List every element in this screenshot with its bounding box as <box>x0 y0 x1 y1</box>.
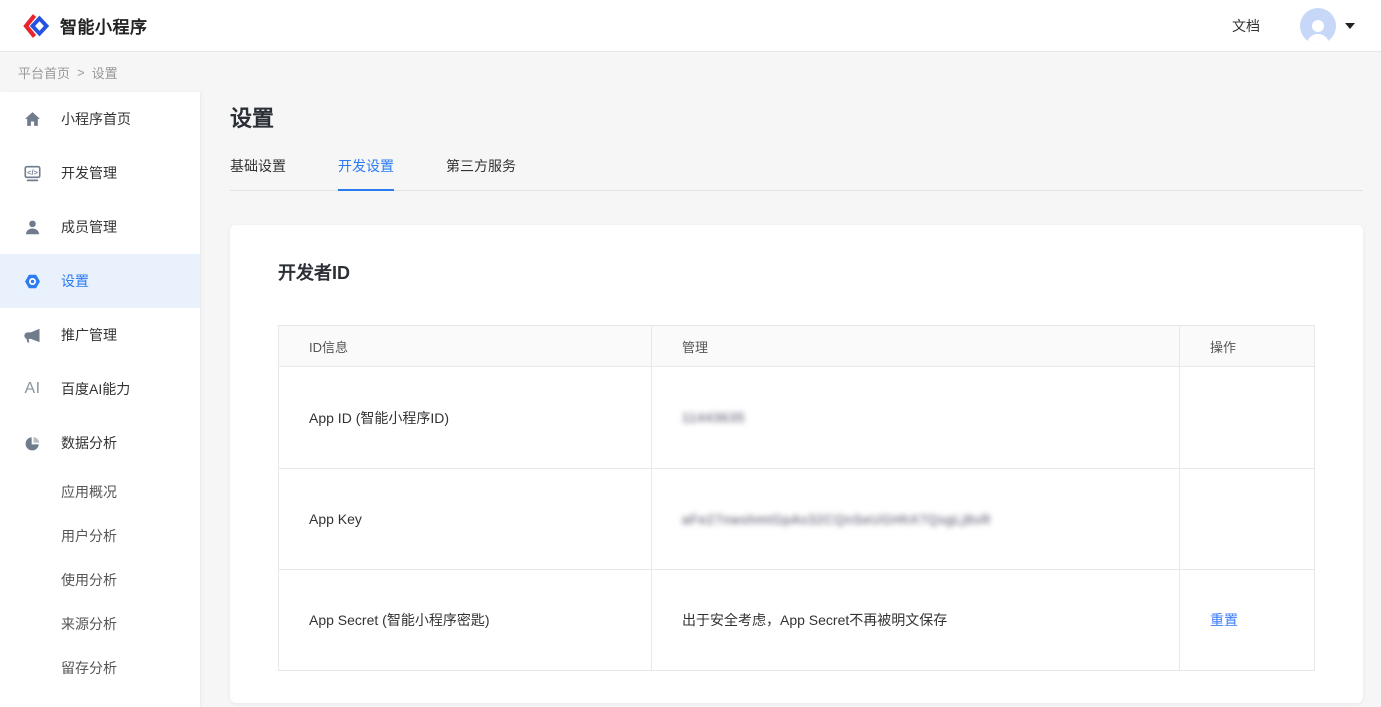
header-right: 文档 <box>1232 8 1355 44</box>
sidebar-item-promotion-management[interactable]: 推广管理 <box>0 308 200 362</box>
sidebar-item-retention-analysis[interactable]: 留存分析 <box>0 646 200 690</box>
sidebar-item-source-analysis[interactable]: 来源分析 <box>0 602 200 646</box>
top-header: 智能小程序 文档 <box>0 0 1381 52</box>
sidebar-item-baidu-ai[interactable]: AI 百度AI能力 <box>0 362 200 416</box>
sidebar-subitem-label: 来源分析 <box>61 614 117 634</box>
sidebar-item-label: 数据分析 <box>61 433 117 453</box>
chevron-down-icon[interactable] <box>1345 23 1355 29</box>
reset-button[interactable]: 重置 <box>1210 610 1238 630</box>
ai-icon: AI <box>24 381 41 398</box>
avatar[interactable] <box>1300 8 1336 44</box>
sidebar-item-user-analysis[interactable]: 用户分析 <box>0 514 200 558</box>
table-row: App Secret (智能小程序密匙) 出于安全考虑，App Secret不再被… <box>279 569 1314 670</box>
sidebar-item-label: 开发管理 <box>61 163 117 183</box>
row-label-cell: App Key <box>279 468 652 569</box>
row-value-redacted: 11443635 <box>682 410 745 425</box>
developer-id-card: 开发者ID ID信息管理操作 App ID (智能小程序ID)11443635A… <box>230 225 1363 703</box>
table-header-row: ID信息管理操作 <box>279 326 1314 367</box>
brand[interactable]: 智能小程序 <box>22 12 148 40</box>
column-header-management: 管理 <box>652 326 1180 367</box>
megaphone-icon <box>24 327 41 344</box>
sidebar-item-label: 成员管理 <box>61 217 117 237</box>
breadcrumb: 平台首页 > 设置 <box>0 52 1381 92</box>
row-value-cell: aFe27nwshmtGpAs32CQnSeUGHhX7QsgLj8xR <box>652 468 1180 569</box>
sidebar-item-label: 小程序首页 <box>61 109 131 129</box>
sidebar-subitem-label: 用户分析 <box>61 526 117 546</box>
sidebar-item-app-overview[interactable]: 应用概况 <box>0 470 200 514</box>
breadcrumb-separator: > <box>77 65 85 80</box>
brand-name: 智能小程序 <box>60 13 148 38</box>
table-row: App Key aFe27nwshmtGpAs32CQnSeUGHhX7QsgLj… <box>279 468 1314 569</box>
sidebar-item-data-analysis[interactable]: 数据分析 <box>0 416 200 470</box>
home-icon <box>24 111 41 128</box>
row-value-cell: 出于安全考虑，App Secret不再被明文保存 <box>652 569 1180 670</box>
row-value: 出于安全考虑，App Secret不再被明文保存 <box>682 610 947 630</box>
row-label: App ID (智能小程序ID) <box>309 408 449 428</box>
sidebar-item-label: 设置 <box>61 271 89 291</box>
sidebar-subitem-label: 留存分析 <box>61 658 117 678</box>
breadcrumb-item-current: 设置 <box>92 63 118 82</box>
tab-dev-settings[interactable]: 开发设置 <box>338 156 394 191</box>
card-heading: 开发者ID <box>278 261 1315 286</box>
sidebar-nav: 小程序首页 </> 开发管理成员管理设置推广管理 AI 百度AI能力数据分析应用概况用户… <box>0 92 200 690</box>
row-label: App Key <box>309 511 362 527</box>
app-window: 智能小程序 文档 平台首页 > 设置 小程序首页</>开发管理成员管理设置推广管… <box>0 0 1381 707</box>
row-action-cell <box>1180 367 1314 468</box>
user-icon <box>1303 16 1333 44</box>
row-label-cell: App ID (智能小程序ID) <box>279 367 652 468</box>
sidebar-item-member-management[interactable]: 成员管理 <box>0 200 200 254</box>
column-header-id-info: ID信息 <box>279 326 652 367</box>
code-icon: </> <box>24 165 41 182</box>
settings-icon <box>24 273 41 290</box>
sidebar-item-home[interactable]: 小程序首页 <box>0 92 200 146</box>
breadcrumb-item-home[interactable]: 平台首页 <box>18 63 70 82</box>
sidebar-item-label: 推广管理 <box>61 325 117 345</box>
table-row: App ID (智能小程序ID) 11443635 <box>279 367 1314 468</box>
tab-bar: 基础设置 开发设置 第三方服务 <box>230 156 1363 191</box>
member-icon <box>24 219 41 236</box>
main-content: 设置 基础设置 开发设置 第三方服务 开发者ID ID信息管理操作 App ID (… <box>200 92 1381 707</box>
tab-third-party-services[interactable]: 第三方服务 <box>446 156 516 191</box>
pie-chart-icon <box>24 435 41 452</box>
layout: 小程序首页</>开发管理成员管理设置推广管理AI百度AI能力数据分析应用概况用户… <box>0 92 1381 707</box>
row-value-redacted: aFe27nwshmtGpAs32CQnSeUGHhX7QsgLj8xR <box>682 512 991 527</box>
docs-link[interactable]: 文档 <box>1232 16 1260 36</box>
brand-logo-icon <box>22 12 50 40</box>
developer-id-table: ID信息管理操作 App ID (智能小程序ID) 11443635 App Key… <box>278 325 1315 671</box>
sidebar-subitem-label: 使用分析 <box>61 570 117 590</box>
column-header-action: 操作 <box>1180 326 1314 367</box>
tab-basic-settings[interactable]: 基础设置 <box>230 156 286 191</box>
sidebar-item-settings[interactable]: 设置 <box>0 254 200 308</box>
row-action-cell <box>1180 468 1314 569</box>
svg-text:</>: </> <box>27 168 38 177</box>
sidebar-item-label: 百度AI能力 <box>61 379 130 399</box>
row-label: App Secret (智能小程序密匙) <box>309 610 489 630</box>
sidebar-item-dev-management[interactable]: </> 开发管理 <box>0 146 200 200</box>
table-body: App ID (智能小程序ID) 11443635 App Key aFe27nwsh… <box>279 367 1314 670</box>
sidebar-subitem-label: 应用概况 <box>61 482 117 502</box>
row-label-cell: App Secret (智能小程序密匙) <box>279 569 652 670</box>
row-value-cell: 11443635 <box>652 367 1180 468</box>
sidebar-item-usage-analysis[interactable]: 使用分析 <box>0 558 200 602</box>
page-title: 设置 <box>230 103 1363 135</box>
sidebar: 小程序首页 </> 开发管理成员管理设置推广管理 AI 百度AI能力数据分析应用概况用户… <box>0 92 200 707</box>
row-action-cell: 重置 <box>1180 569 1314 670</box>
